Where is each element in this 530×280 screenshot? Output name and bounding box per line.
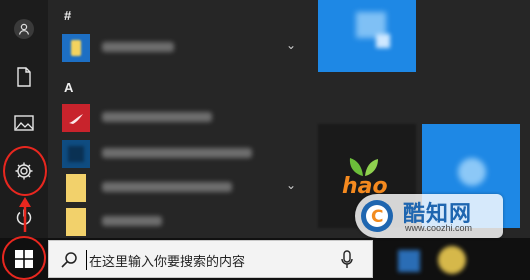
folder-icon: [66, 208, 86, 236]
highlight-ring-settings: [3, 146, 47, 196]
pictures-button[interactable]: [0, 100, 48, 146]
documents-button[interactable]: [0, 54, 48, 100]
documents-icon: [17, 67, 31, 87]
app-name-blurred: [102, 216, 162, 226]
app-name-blurred: [102, 112, 212, 122]
search-icon: [61, 252, 77, 268]
list-item[interactable]: [48, 204, 310, 238]
tile-blurred-top[interactable]: [318, 0, 416, 72]
list-item[interactable]: ⌄: [48, 30, 310, 64]
user-account-button[interactable]: [0, 6, 48, 52]
app-name-blurred: [102, 182, 232, 192]
watermark-logo-icon: C: [361, 200, 393, 232]
app-name-blurred: [102, 42, 174, 52]
search-input[interactable]: 在这里输入你要搜索的内容: [89, 251, 245, 270]
chevron-down-icon[interactable]: ⌄: [286, 38, 296, 52]
svg-text:C: C: [371, 207, 383, 227]
user-avatar-icon: [14, 19, 34, 39]
section-letter-hash[interactable]: #: [64, 8, 71, 23]
microphone-icon[interactable]: [341, 250, 353, 270]
start-menu-screenshot: { "start_menu": { "section_letters": ["#…: [0, 0, 530, 280]
section-letter-a[interactable]: A: [64, 80, 73, 95]
app-icon-red: [62, 104, 90, 132]
app-name-blurred: [102, 148, 252, 158]
chevron-down-icon[interactable]: ⌄: [286, 178, 296, 192]
highlight-ring-start: [2, 236, 46, 280]
watermark-url: www.coozhi.com: [405, 223, 473, 233]
taskbar-app-icon[interactable]: [438, 246, 466, 274]
watermark: C 酷知网 www.coozhi.com: [355, 194, 503, 238]
taskbar-app-icon[interactable]: [398, 250, 420, 272]
red-arrow-up-icon: [19, 197, 31, 232]
list-item[interactable]: [48, 136, 310, 170]
list-item[interactable]: ⌄: [48, 170, 310, 204]
app-icon-blue: [62, 34, 90, 62]
app-list: # ⌄ A ⌄: [48, 0, 310, 238]
pictures-icon: [14, 115, 34, 131]
app-icon-darkblue: [62, 140, 90, 168]
text-caret: [86, 250, 87, 270]
list-item[interactable]: [48, 100, 310, 134]
taskbar: 在这里输入你要搜索的内容: [0, 238, 530, 280]
taskbar-search-box[interactable]: 在这里输入你要搜索的内容: [48, 240, 373, 278]
folder-icon: [66, 174, 86, 202]
